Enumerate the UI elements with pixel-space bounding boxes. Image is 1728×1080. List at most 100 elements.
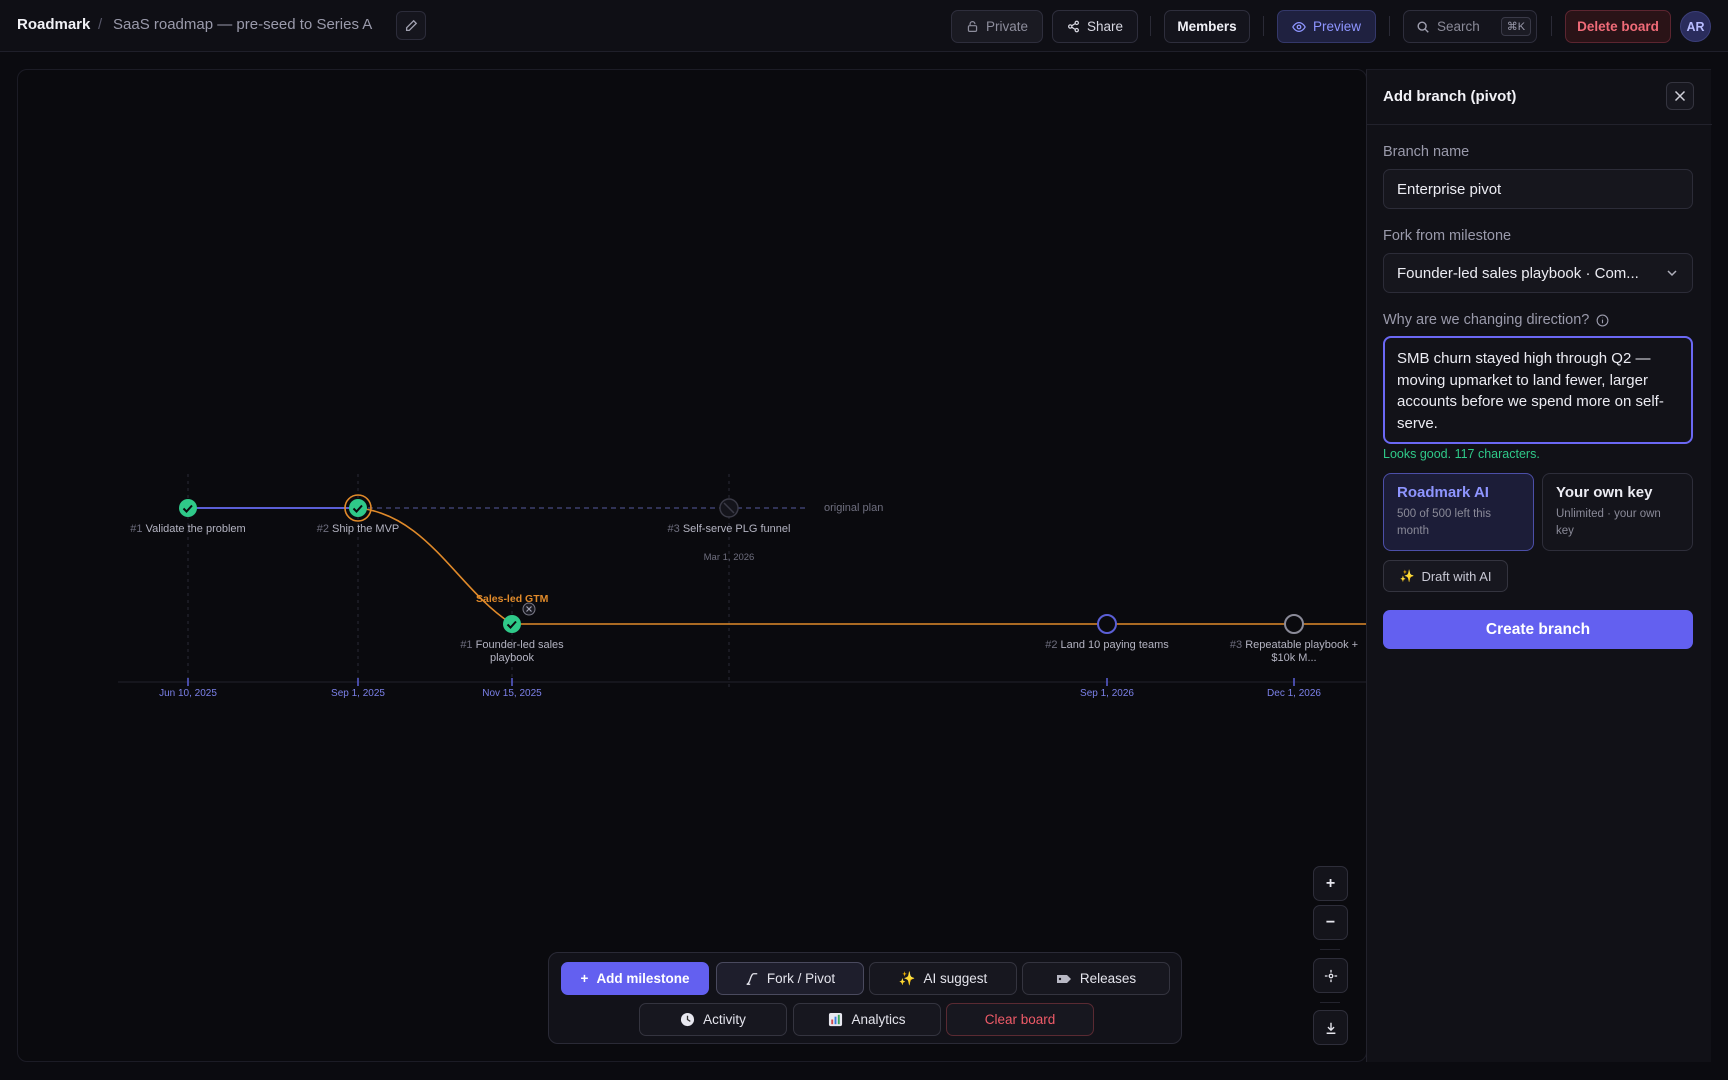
breadcrumb-separator: / — [98, 16, 103, 33]
edit-title-button[interactable] — [396, 11, 426, 40]
why-label-row: Why are we changing direction? — [1383, 312, 1609, 328]
zoom-divider — [1320, 949, 1340, 950]
sparkles-icon: ✨ — [1399, 569, 1415, 583]
info-icon[interactable] — [1596, 314, 1609, 327]
eye-icon — [1292, 21, 1306, 32]
edit-icon — [405, 19, 418, 31]
search-button[interactable]: Search ⌘K — [1403, 10, 1537, 43]
milestone-number: #1 — [130, 523, 143, 535]
branch-name-input[interactable]: Enterprise pivot — [1383, 169, 1693, 209]
minus-icon: − — [1325, 913, 1336, 931]
export-button[interactable] — [1313, 1010, 1348, 1045]
create-branch-button[interactable]: Create branch — [1383, 610, 1693, 649]
fork-from-label: Fork from milestone — [1383, 228, 1512, 244]
fork-pivot-label: Fork / Pivot — [766, 971, 836, 986]
search-label: Search — [1437, 19, 1480, 34]
fork-from-value: Founder-led sales playbook · Com... — [1397, 264, 1639, 282]
milestone-label: #2 Ship the MVP — [293, 523, 423, 536]
avatar[interactable]: AR — [1680, 11, 1711, 42]
draft-with-ai-label: Draft with AI — [1421, 568, 1492, 584]
milestone-title: Land 10 paying teams — [1060, 639, 1169, 651]
clock-icon — [681, 1012, 695, 1027]
milestone-number: #3 — [1229, 639, 1243, 651]
milestone-node-land-teams[interactable] — [1097, 614, 1117, 634]
axis-date-label: Sep 1, 2026 — [1080, 688, 1134, 699]
fork-pivot-button[interactable]: Fork / Pivot — [716, 962, 864, 995]
milestone-node-repeatable[interactable] — [1284, 614, 1304, 634]
milestone-number: #2 — [1045, 639, 1058, 651]
close-icon — [1674, 90, 1686, 102]
chevron-down-icon — [1667, 270, 1677, 277]
validation-message: Looks good. 117 characters. — [1383, 447, 1540, 461]
milestone-node-plg-abandoned[interactable] — [719, 498, 739, 518]
ai-suggest-label: AI suggest — [923, 971, 988, 986]
toolbar-divider — [1263, 16, 1264, 36]
branch-name-label: Branch name — [1383, 144, 1470, 160]
share-icon — [1068, 20, 1079, 33]
members-label: Members — [1177, 19, 1237, 34]
ai-suggest-button[interactable]: ✨ AI suggest — [869, 962, 1017, 995]
milestone-title: Self-serve PLG funnel — [682, 523, 791, 535]
download-icon — [1326, 1022, 1335, 1034]
search-shortcut: ⌘K — [1500, 17, 1532, 36]
preview-button[interactable]: Preview — [1277, 10, 1376, 43]
panel-header: Add branch (pivot) — [1367, 70, 1712, 125]
why-textarea[interactable]: SMB churn stayed high through Q2 — movin… — [1383, 336, 1693, 444]
milestone-label: #1 Founder-led sales playbook — [447, 639, 577, 665]
activity-label: Activity — [703, 1012, 746, 1027]
panel-title: Add branch (pivot) — [1383, 88, 1517, 105]
own-key-option[interactable]: Your own key Unlimited · your own key — [1542, 473, 1693, 551]
axis-date-label: Jun 10, 2025 — [159, 688, 217, 699]
share-button[interactable]: Share — [1052, 10, 1138, 43]
activity-button[interactable]: Activity — [639, 1003, 787, 1036]
milestone-number: #1 — [460, 639, 473, 651]
milestone-node-validate[interactable] — [179, 499, 197, 517]
fork-from-select[interactable]: Founder-led sales playbook · Com... — [1383, 253, 1693, 293]
why-label: Why are we changing direction? — [1383, 312, 1590, 328]
private-button[interactable]: Private — [951, 10, 1043, 43]
roadmark-ai-option[interactable]: Roadmark AI 500 of 500 left this month — [1383, 473, 1534, 551]
milestone-title: Validate the problem — [145, 523, 246, 535]
members-button[interactable]: Members — [1164, 10, 1250, 43]
draft-with-ai-button[interactable]: ✨ Draft with AI — [1383, 560, 1508, 592]
analytics-label: Analytics — [851, 1012, 906, 1027]
milestone-label: #2 Land 10 paying teams — [1042, 639, 1172, 652]
bottom-toolbar: + Add milestone Fork / Pivot ✨ AI sugges… — [548, 952, 1182, 1044]
milestone-label: #3 Self-serve PLG funnel — [664, 523, 794, 536]
analytics-button[interactable]: Analytics — [793, 1003, 941, 1036]
branch-name-value: Enterprise pivot — [1397, 180, 1502, 198]
clear-board-label: Clear board — [984, 1012, 1056, 1027]
zoom-in-button[interactable]: + — [1313, 866, 1348, 901]
original-plan-label: original plan — [824, 502, 884, 514]
private-label: Private — [985, 19, 1029, 34]
milestone-label: #1 Validate the problem — [123, 523, 253, 536]
releases-label: Releases — [1079, 971, 1137, 986]
releases-button[interactable]: Releases — [1022, 962, 1170, 995]
milestone-number: #2 — [316, 523, 329, 535]
tag-icon — [1056, 974, 1071, 983]
add-milestone-button[interactable]: + Add milestone — [561, 962, 709, 995]
option-subtitle: Unlimited · your own key — [1556, 508, 1661, 537]
delete-board-button[interactable]: Delete board — [1565, 10, 1671, 43]
sparkles-icon: ✨ — [898, 970, 916, 986]
clear-board-button[interactable]: Clear board — [946, 1003, 1094, 1036]
toolbar-divider — [1150, 16, 1151, 36]
brand-logo[interactable]: Roadmark — [17, 16, 90, 33]
timeline-graph — [118, 474, 1366, 688]
recenter-button[interactable] — [1313, 958, 1348, 993]
option-title: Your own key — [1556, 484, 1653, 501]
roadmap-canvas[interactable]: original plan Sales-led GTM #1 Validate … — [17, 69, 1367, 1062]
axis-date-label: Nov 15, 2025 — [482, 688, 542, 699]
close-panel-button[interactable] — [1666, 82, 1694, 110]
delete-board-label: Delete board — [1577, 19, 1659, 34]
plus-icon: + — [580, 971, 589, 986]
milestone-date: Mar 1, 2026 — [703, 552, 755, 563]
milestone-node-sales-playbook[interactable] — [503, 615, 521, 633]
zoom-divider — [1320, 1002, 1340, 1003]
option-subtitle: 500 of 500 left this month — [1397, 508, 1491, 537]
milestone-label: #3 Repeatable playbook + $10k M... — [1229, 639, 1359, 665]
branch-label: Sales-led GTM — [476, 593, 549, 605]
zoom-out-button[interactable]: − — [1313, 905, 1348, 940]
preview-label: Preview — [1312, 19, 1361, 34]
axis-date-label: Sep 1, 2025 — [331, 688, 385, 699]
